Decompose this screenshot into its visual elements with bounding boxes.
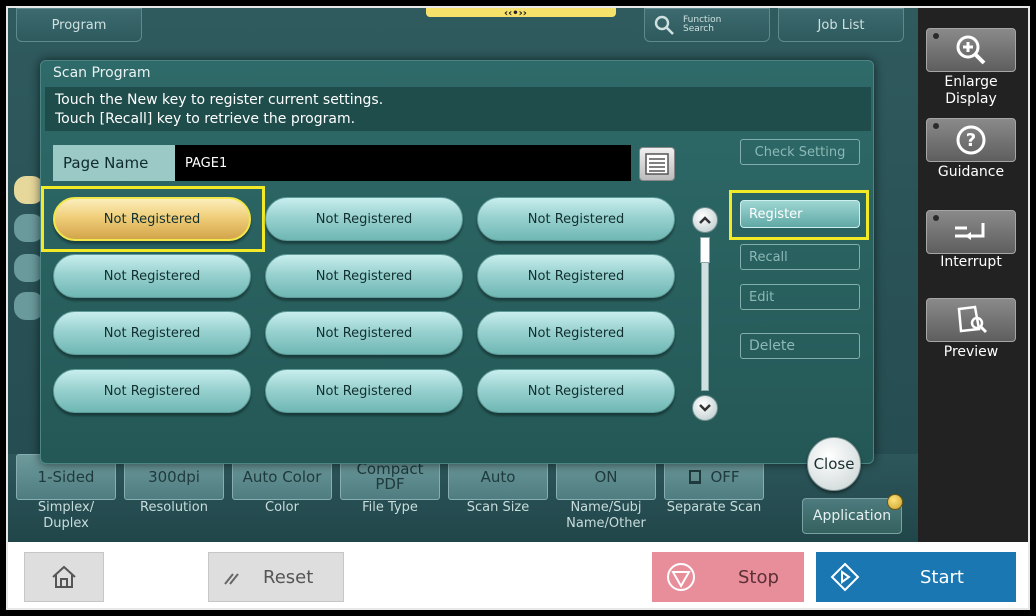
page-name-label: Page Name xyxy=(53,145,175,181)
chevron-up-icon xyxy=(699,216,711,224)
function-search-tab[interactable]: Function Search xyxy=(644,8,770,42)
edit-button[interactable]: Edit xyxy=(740,284,860,310)
indicator-dot xyxy=(933,123,939,129)
job-list-tab[interactable]: Job List xyxy=(778,8,904,42)
resolution-label: Resolution xyxy=(140,500,208,515)
program-slot-5[interactable]: Not Registered xyxy=(265,254,463,298)
scan-program-dialog: Scan Program Touch the New key to regist… xyxy=(40,60,874,491)
program-slot-7[interactable]: Not Registered xyxy=(53,311,251,355)
list-icon xyxy=(645,153,669,175)
separate-scan-value: OFF xyxy=(710,467,740,486)
stop-button[interactable]: Stop xyxy=(652,552,804,602)
scrollbar-thumb[interactable] xyxy=(700,237,710,263)
help-icon: ? xyxy=(956,125,986,155)
program-slot-4[interactable]: Not Registered xyxy=(53,254,251,298)
program-slot-9[interactable]: Not Registered xyxy=(477,311,675,355)
scroll-up-button[interactable] xyxy=(692,207,718,233)
separate-scan-label: Separate Scan xyxy=(666,500,762,515)
program-slot-11[interactable]: Not Registered xyxy=(265,369,463,413)
program-slot-10[interactable]: Not Registered xyxy=(53,369,251,413)
interrupt-icon xyxy=(955,223,985,240)
search-icon xyxy=(654,15,674,35)
scan-size-label: Scan Size xyxy=(466,500,530,515)
function-search-line2: Search xyxy=(683,24,714,34)
message-line-2: Touch [Recall] key to retrieve the progr… xyxy=(55,111,356,127)
recall-button[interactable]: Recall xyxy=(740,244,860,270)
scan-screen: Program ‹‹•›› Function Search Job List 1… xyxy=(6,6,1030,610)
svg-text:?: ? xyxy=(966,130,976,151)
reset-button[interactable]: Reset xyxy=(208,552,344,602)
program-slot-6[interactable]: Not Registered xyxy=(477,254,675,298)
application-indicator-icon xyxy=(887,494,903,510)
program-tab[interactable]: Program xyxy=(16,8,142,42)
indicator-dot xyxy=(933,33,939,39)
start-button[interactable]: Start xyxy=(816,552,1016,602)
magnify-plus-icon xyxy=(956,35,986,65)
interrupt-button[interactable] xyxy=(926,210,1016,254)
reset-label: Reset xyxy=(263,566,314,588)
home-icon xyxy=(52,565,76,588)
program-slot-2[interactable]: Not Registered xyxy=(265,197,463,241)
guidance-button[interactable]: ? xyxy=(926,118,1016,162)
program-slot-1[interactable]: Not Registered xyxy=(53,197,251,241)
enlarge-display-button[interactable] xyxy=(926,28,1016,72)
bottom-action-bar: Reset Stop Start xyxy=(8,542,1028,608)
color-label: Color xyxy=(265,500,299,515)
file-type-label: File Type xyxy=(362,500,418,515)
scroll-down-button[interactable] xyxy=(692,395,718,421)
guidance-label: Guidance xyxy=(937,164,1005,180)
enlarge-display-label: Enlarge Display xyxy=(944,74,998,107)
page-name-field[interactable]: PAGE1 xyxy=(175,145,631,181)
drag-arrows-icon: ‹‹•›› xyxy=(504,8,527,19)
preview-icon xyxy=(957,305,988,334)
reset-icon xyxy=(224,573,239,585)
simplex-duplex-label: Simplex/ Duplex xyxy=(37,500,95,531)
interrupt-label: Interrupt xyxy=(940,254,1002,270)
stop-label: Stop xyxy=(738,566,779,588)
program-slot-3[interactable]: Not Registered xyxy=(477,197,675,241)
delete-button[interactable]: Delete xyxy=(740,333,860,359)
stop-icon xyxy=(667,563,695,591)
check-setting-button[interactable]: Check Setting xyxy=(740,139,860,165)
page-list-button[interactable] xyxy=(639,147,675,181)
start-icon xyxy=(830,562,860,592)
preview-label: Preview xyxy=(943,344,999,360)
chevron-down-icon xyxy=(699,404,711,412)
message-line-1: Touch the New key to register current se… xyxy=(55,92,384,108)
dialog-title: Scan Program xyxy=(53,65,151,81)
preview-button[interactable] xyxy=(926,298,1016,342)
start-label: Start xyxy=(920,566,964,588)
indicator-dot xyxy=(933,215,939,221)
dialog-message: Touch the New key to register current se… xyxy=(45,87,871,131)
separate-scan-icon xyxy=(689,470,702,484)
close-button[interactable]: Close xyxy=(807,437,861,491)
home-button[interactable] xyxy=(24,552,104,602)
right-panel: Enlarge Display ? Guidance Interrupt Pre… xyxy=(918,8,1028,542)
program-slot-8[interactable]: Not Registered xyxy=(265,311,463,355)
name-subject-label: Name/Subj Name/Other xyxy=(566,500,646,531)
register-button[interactable]: Register xyxy=(740,200,860,228)
program-slot-12[interactable]: Not Registered xyxy=(477,369,675,413)
